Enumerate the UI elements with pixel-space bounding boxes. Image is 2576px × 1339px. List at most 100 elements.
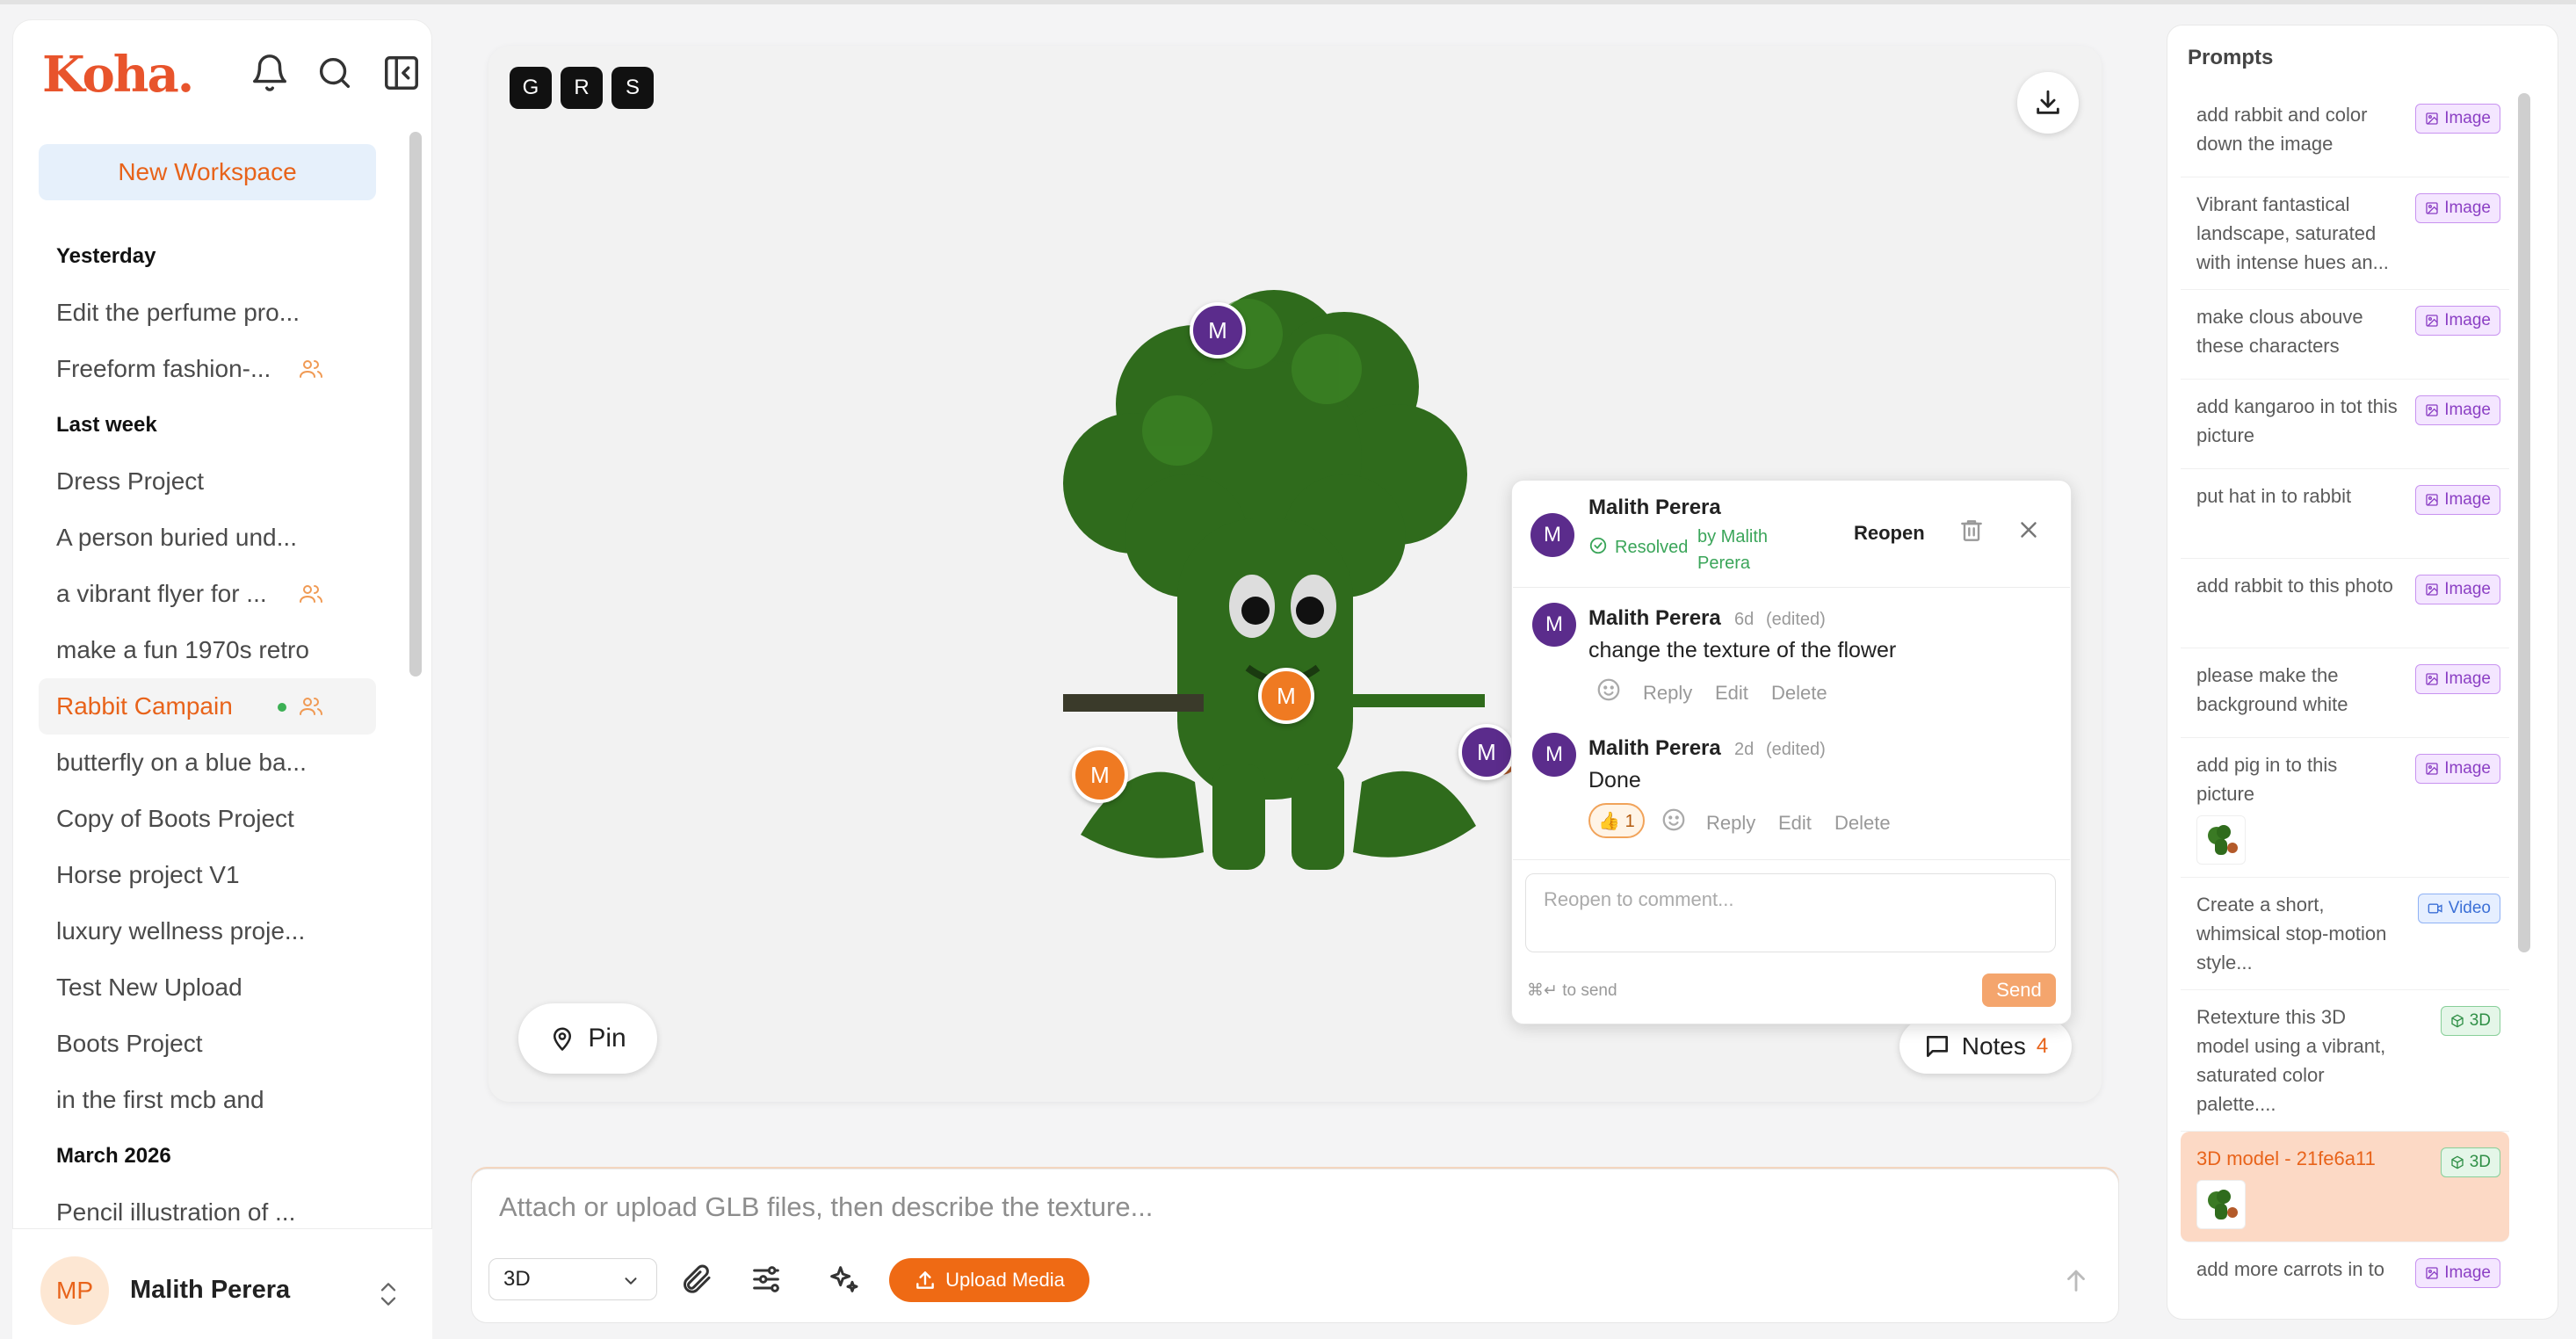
workspace-label: luxury wellness proje... <box>56 917 306 945</box>
badge-label: Image <box>2444 580 2491 598</box>
prompt-card[interactable]: please make the background white Image <box>2181 648 2509 738</box>
divider <box>1513 859 2070 860</box>
prompt-card[interactable]: 3D model - 21fe6a11 3D <box>2181 1132 2509 1242</box>
prompts-scrollbar[interactable] <box>2518 93 2530 952</box>
sidebar-workspace-item[interactable]: a vibrant flyer for ... <box>39 566 376 622</box>
prompt-type-badge: Image <box>2415 664 2500 694</box>
image-icon <box>2425 762 2439 776</box>
badge-label: Image <box>2444 109 2491 127</box>
trash-icon[interactable] <box>1957 517 1986 545</box>
add-reaction-icon[interactable] <box>1661 807 1687 833</box>
annotation-marker[interactable]: M <box>1190 302 1246 358</box>
annotation-marker[interactable]: M <box>1072 747 1128 803</box>
sidebar-workspace-item[interactable]: Freeform fashion-... <box>39 341 376 397</box>
badge-label: Image <box>2444 490 2491 509</box>
annotation-marker[interactable]: M <box>1458 724 1515 780</box>
broccoli-3d-model[interactable] <box>1028 255 1520 923</box>
sidebar-workspace-item[interactable]: luxury wellness proje... <box>39 903 376 959</box>
prompt-thumbnail[interactable] <box>2196 1180 2246 1229</box>
thread-author-avatar: M <box>1530 513 1574 557</box>
sidebar-workspace-item[interactable]: Pencil illustration of ... <box>39 1184 376 1230</box>
sidebar-workspace-item[interactable]: Rabbit Campain <box>39 678 376 735</box>
prompt-card[interactable]: Create a short, whimsical stop-motion st… <box>2181 878 2509 990</box>
prompt-thumbnail[interactable] <box>2196 815 2246 865</box>
delete-link[interactable]: Delete <box>1771 682 1827 705</box>
prompt-input[interactable]: Attach or upload GLB files, then describ… <box>499 1191 1817 1223</box>
notes-button[interactable]: Notes 4 <box>1899 1019 2072 1074</box>
prompt-card[interactable]: add rabbit and color down the image Image <box>2181 88 2509 177</box>
prompts-title: Prompts <box>2188 46 2274 69</box>
sidebar-workspace-item[interactable]: Copy of Boots Project <box>39 791 376 847</box>
pin-button[interactable]: Pin <box>518 1003 657 1074</box>
image-icon <box>2425 672 2439 686</box>
sparkles-icon[interactable] <box>826 1262 861 1297</box>
image-icon <box>2425 493 2439 507</box>
prompt-text: put hat in to rabbit <box>2196 485 2352 507</box>
sidebar-workspace-item[interactable]: A person buried und... <box>39 510 376 566</box>
sidebar-workspace-item[interactable]: in the first mcb and <box>39 1072 376 1128</box>
mode-select[interactable]: 3D <box>488 1258 657 1300</box>
add-reaction-icon[interactable] <box>1596 677 1622 703</box>
download-button[interactable] <box>2017 72 2079 134</box>
arrow-up-icon[interactable] <box>2061 1265 2091 1295</box>
prompt-type-badge: Image <box>2415 193 2500 223</box>
sidebar-scrollbar[interactable] <box>409 132 422 677</box>
sidebar-workspace-item[interactable]: Test New Upload <box>39 959 376 1016</box>
shortcut-key-g[interactable]: G <box>510 67 552 109</box>
annotation-marker[interactable]: M <box>1258 668 1314 724</box>
badge-label: Image <box>2444 670 2491 688</box>
workspace-label: Test New Upload <box>56 973 242 1001</box>
prompt-card[interactable]: add rabbit to this photo Image <box>2181 559 2509 648</box>
prompt-card[interactable]: add more carrots in to Image <box>2181 1242 2509 1311</box>
prompt-card[interactable]: put hat in to rabbit Image <box>2181 469 2509 559</box>
sidebar-workspace-item[interactable]: Boots Project <box>39 1016 376 1072</box>
sliders-icon[interactable] <box>749 1262 784 1297</box>
avatar[interactable]: MP <box>40 1256 109 1325</box>
workspace-label: Boots Project <box>56 1030 203 1057</box>
shortcut-key-s[interactable]: S <box>611 67 654 109</box>
workspace-label: Freeform fashion-... <box>56 355 271 382</box>
close-icon[interactable] <box>2015 517 2042 543</box>
reply-link[interactable]: Reply <box>1643 682 1692 705</box>
send-button[interactable]: Send <box>1982 973 2056 1007</box>
new-workspace-button[interactable]: New Workspace <box>39 144 376 200</box>
online-dot <box>278 703 286 712</box>
badge-label: Video <box>2448 899 2491 917</box>
download-icon <box>2037 90 2059 114</box>
bell-icon[interactable] <box>250 53 290 93</box>
shared-users-icon <box>299 696 323 717</box>
workspace-list: Yesterday Edit the perfume pro... Freeform… <box>39 228 376 1230</box>
koha-logo[interactable]: Koha. <box>42 44 194 105</box>
paperclip-icon[interactable] <box>678 1262 713 1297</box>
comment-author: Malith Perera <box>1588 606 1721 630</box>
shared-users-icon <box>299 358 323 380</box>
edit-link[interactable]: Edit <box>1778 812 1812 835</box>
shortcut-key-r[interactable]: R <box>561 67 603 109</box>
sidebar-workspace-item[interactable]: Edit the perfume pro... <box>39 285 376 341</box>
prompt-text: Retexture this 3D model using a vibrant,… <box>2196 1006 2386 1115</box>
prompt-text: add kangaroo in tot this picture <box>2196 395 2398 446</box>
collapse-sidebar-icon[interactable] <box>381 53 422 93</box>
thumbs-up-reaction[interactable]: 👍 1 <box>1588 803 1645 838</box>
chevron-up-down-icon[interactable] <box>376 1279 401 1309</box>
workspace-label: Edit the perfume pro... <box>56 299 300 326</box>
search-icon[interactable] <box>315 53 355 93</box>
prompt-card[interactable]: add kangaroo in tot this picture Image <box>2181 380 2509 469</box>
edit-link[interactable]: Edit <box>1715 682 1748 705</box>
prompt-card[interactable]: add pig in to this picture Image <box>2181 738 2509 878</box>
sidebar-workspace-item[interactable]: make a fun 1970s retro <box>39 622 376 678</box>
reply-link[interactable]: Reply <box>1706 812 1755 835</box>
workspace-label: Horse project V1 <box>56 861 240 888</box>
comment-input[interactable]: Reopen to comment... <box>1525 873 2056 952</box>
prompt-card[interactable]: Retexture this 3D model using a vibrant,… <box>2181 990 2509 1132</box>
sidebar-workspace-item[interactable]: Dress Project <box>39 453 376 510</box>
sidebar-workspace-item[interactable]: butterfly on a blue ba... <box>39 735 376 791</box>
reopen-button[interactable]: Reopen <box>1854 522 1925 545</box>
section-header: Yesterday <box>56 244 156 268</box>
prompt-card[interactable]: Vibrant fantastical landscape, saturated… <box>2181 177 2509 290</box>
prompt-card[interactable]: make clous abouve these characters Image <box>2181 290 2509 380</box>
upload-media-button[interactable]: Upload Media <box>889 1258 1089 1302</box>
delete-link[interactable]: Delete <box>1834 812 1891 835</box>
sidebar-workspace-item[interactable]: Horse project V1 <box>39 847 376 903</box>
send-hint: ⌘↵ to send <box>1527 981 1617 1000</box>
